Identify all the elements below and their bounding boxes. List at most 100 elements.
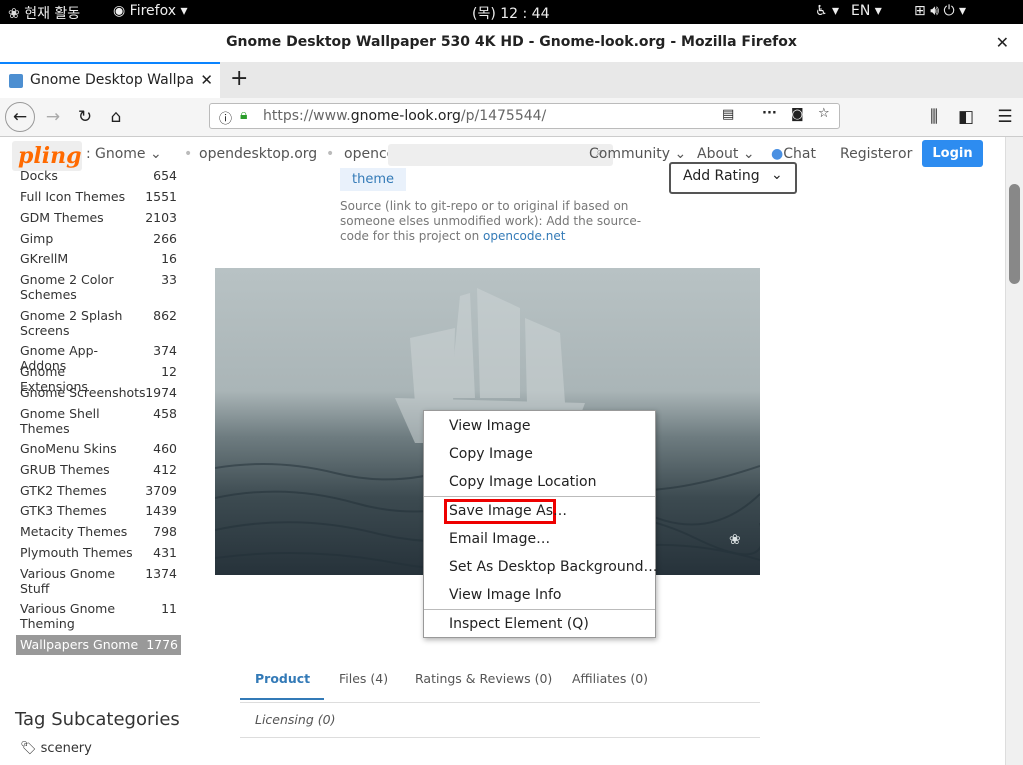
add-rating-dropdown[interactable]: Add Rating ⌄ bbox=[669, 162, 797, 194]
sidebar-toggle-button[interactable]: ◧ bbox=[954, 105, 978, 129]
category-item[interactable]: Docks 654 bbox=[20, 168, 180, 183]
category-item[interactable]: Gnome Screenshots 1974 bbox=[20, 385, 180, 400]
chevron-down-icon: ⌄ bbox=[742, 146, 755, 162]
menu-item-view-image-info[interactable]: View Image Info bbox=[449, 587, 561, 603]
navigation-toolbar: ← → ↻ ⌂ ⓘ 🔒︎ https://www.gnome-look.org/… bbox=[0, 98, 1023, 137]
menu-separator bbox=[424, 609, 655, 610]
url-text: https://www.gnome-look.org/p/1475544/ bbox=[263, 108, 547, 124]
app-menu[interactable]: ◉ Firefox ▾ bbox=[113, 3, 188, 19]
about-dropdown[interactable]: About ⌄ bbox=[697, 146, 755, 162]
tab-ratings-reviews[interactable]: Ratings & Reviews (0) bbox=[415, 671, 552, 686]
new-tab-button[interactable]: + bbox=[230, 66, 248, 91]
menu-item-inspect-element[interactable]: Inspect Element (Q) bbox=[449, 616, 589, 632]
menu-button[interactable]: ☰ bbox=[993, 105, 1017, 129]
tag-label: scenery bbox=[40, 741, 92, 756]
page-actions-icon[interactable]: ··· bbox=[762, 106, 777, 121]
category-item[interactable]: Various Gnome Theming 11 bbox=[20, 601, 180, 631]
app-menu-label: Firefox bbox=[129, 3, 177, 19]
category-item[interactable]: Gnome 2 Color Schemes 33 bbox=[20, 272, 180, 302]
tab-affiliates[interactable]: Affiliates (0) bbox=[572, 671, 648, 686]
category-item[interactable]: GnoMenu Skins 460 bbox=[20, 441, 180, 456]
category-item[interactable]: Gnome 2 Splash Screens 862 bbox=[20, 308, 180, 338]
activities-button[interactable]: ❀ 현재 활동 bbox=[8, 3, 80, 23]
clock[interactable]: (목) 12 : 44 bbox=[472, 3, 550, 23]
add-rating-label: Add Rating bbox=[683, 168, 760, 184]
info-icon[interactable]: ⓘ bbox=[219, 108, 232, 127]
gnome-top-bar: ❀ 현재 활동 ◉ Firefox ▾ (목) 12 : 44 ♿ ▾ EN ▾… bbox=[0, 0, 1023, 24]
home-button[interactable]: ⌂ bbox=[104, 105, 128, 129]
chevron-down-icon: ⌄ bbox=[771, 167, 783, 183]
category-item[interactable]: Gnome Shell Themes 458 bbox=[20, 406, 180, 436]
system-status-menu[interactable]: ⊞ 🔊︎ ⏻ ▾ bbox=[914, 3, 966, 19]
search-input[interactable]: ⌕ bbox=[388, 144, 613, 166]
page-scrollbar[interactable] bbox=[1005, 137, 1023, 765]
category-sidebar: Docks 654 Full Icon Themes 1551 GDM Themes… bbox=[0, 167, 200, 765]
reload-button[interactable]: ↻ bbox=[73, 105, 97, 129]
reader-view-icon[interactable]: ▤ bbox=[722, 107, 734, 122]
category-item[interactable]: Plymouth Themes 431 bbox=[20, 545, 180, 560]
category-item[interactable]: Various Gnome Stuff 1374 bbox=[20, 566, 180, 596]
category-item[interactable]: GTK2 Themes 3709 bbox=[20, 483, 180, 498]
store-dropdown[interactable]: Gnome ⌄ bbox=[95, 146, 162, 162]
volume-icon: 🔊︎ bbox=[930, 3, 940, 19]
menu-item-set-desktop-background[interactable]: Set As Desktop Background… bbox=[449, 559, 657, 575]
licensing-label[interactable]: Licensing (0) bbox=[255, 712, 335, 727]
category-item[interactable]: Metacity Themes 798 bbox=[20, 524, 180, 539]
chevron-down-icon: ⌄ bbox=[150, 146, 162, 162]
menu-item-copy-image-location[interactable]: Copy Image Location bbox=[449, 474, 596, 490]
menu-item-copy-image[interactable]: Copy Image bbox=[449, 446, 533, 462]
window-close-button[interactable]: ✕ bbox=[996, 33, 1009, 52]
category-item[interactable]: GKrellM 16 bbox=[20, 251, 180, 266]
gnome-foot-icon: ❀ bbox=[729, 532, 741, 548]
window-titlebar: Gnome Desktop Wallpaper 530 4K HD - Gnom… bbox=[0, 24, 1023, 63]
chevron-down-icon: ▾ bbox=[832, 3, 840, 19]
input-language-menu[interactable]: EN ▾ bbox=[851, 3, 882, 19]
menu-separator bbox=[424, 496, 655, 497]
opencode-source-link[interactable]: opencode.net bbox=[483, 229, 565, 243]
chat-link[interactable]: ●Chat bbox=[771, 146, 816, 162]
accessibility-menu[interactable]: ♿ ▾ bbox=[815, 3, 839, 19]
chevron-down-icon: ▾ bbox=[180, 3, 188, 19]
browser-tab[interactable]: Gnome Desktop Wallpaper 530 4K HD ✕ bbox=[0, 62, 220, 98]
url-bar[interactable]: ⓘ 🔒︎ https://www.gnome-look.org/p/147554… bbox=[209, 103, 840, 129]
category-item-selected[interactable]: Wallpapers Gnome 1776 bbox=[16, 635, 181, 655]
chevron-down-icon: ⌄ bbox=[674, 146, 687, 162]
input-language-label: EN bbox=[851, 3, 871, 19]
bookmark-star-icon[interactable]: ☆ bbox=[818, 106, 830, 121]
chat-icon: ● bbox=[771, 146, 784, 162]
opendesktop-link[interactable]: opendesktop.org bbox=[199, 146, 317, 162]
product-tabs: Product Files (4) Ratings & Reviews (0) … bbox=[240, 662, 760, 703]
category-item[interactable]: Full Icon Themes 1551 bbox=[20, 189, 180, 204]
power-icon: ⏻ bbox=[943, 3, 955, 19]
tab-strip: Gnome Desktop Wallpaper 530 4K HD ✕ + bbox=[0, 62, 1023, 99]
window-title: Gnome Desktop Wallpaper 530 4K HD - Gnom… bbox=[226, 34, 797, 50]
theme-tag[interactable]: theme bbox=[340, 168, 406, 191]
category-item[interactable]: GRUB Themes 412 bbox=[20, 462, 180, 477]
menu-item-save-image-as[interactable]: Save Image As… bbox=[449, 503, 567, 519]
pocket-icon[interactable]: ◙ bbox=[791, 107, 804, 122]
menu-item-email-image[interactable]: Email Image… bbox=[449, 531, 550, 547]
back-button[interactable]: ← bbox=[5, 102, 35, 132]
login-button[interactable]: Login bbox=[922, 140, 983, 167]
category-item[interactable]: Gimp 266 bbox=[20, 231, 180, 246]
gnome-foot-icon: ❀ bbox=[8, 6, 20, 22]
library-button[interactable]: ⫼ bbox=[922, 105, 946, 129]
accessibility-icon: ♿ bbox=[815, 3, 828, 19]
tab-files[interactable]: Files (4) bbox=[339, 671, 388, 686]
register-link[interactable]: Register bbox=[840, 146, 898, 162]
category-item[interactable]: GDM Themes 2103 bbox=[20, 210, 180, 225]
menu-item-view-image[interactable]: View Image bbox=[449, 418, 531, 434]
source-note: Source (link to git-repo or to original … bbox=[340, 199, 642, 243]
tag-icon: 🏷︎ bbox=[20, 741, 37, 756]
community-dropdown[interactable]: Community ⌄ bbox=[589, 146, 686, 162]
lock-icon[interactable]: 🔒︎ bbox=[240, 107, 247, 123]
forward-button[interactable]: → bbox=[41, 105, 65, 129]
site-favicon-icon bbox=[9, 74, 23, 88]
context-menu: View Image Copy Image Copy Image Locatio… bbox=[423, 410, 657, 638]
scrollbar-thumb[interactable] bbox=[1009, 184, 1020, 284]
tab-close-icon[interactable]: ✕ bbox=[200, 71, 213, 89]
category-item[interactable]: GTK3 Themes 1439 bbox=[20, 503, 180, 518]
chevron-down-icon: ▾ bbox=[874, 3, 882, 19]
tag-item[interactable]: 🏷︎ scenery bbox=[20, 741, 92, 756]
tab-product[interactable]: Product bbox=[240, 671, 325, 700]
